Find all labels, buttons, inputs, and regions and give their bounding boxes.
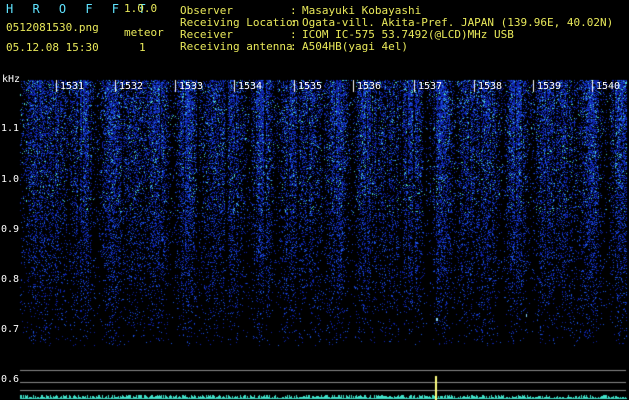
minute-marker: 1531 <box>60 81 85 92</box>
info-value: A504HB(yagi 4el) <box>302 40 408 53</box>
timestamp: 05.12.08 15:30 <box>6 41 99 54</box>
y-tick-label: 0.9 <box>1 224 20 235</box>
minute-marker: 1536 <box>357 81 382 92</box>
minute-marker: 1537 <box>418 81 443 92</box>
app-version: 1.0.0 <box>124 2 158 15</box>
antenna-row: Receiving antenna: A504HB(yagi 4el) <box>180 40 408 53</box>
meteor-count: 1 <box>139 41 146 54</box>
y-tick-label: 1.0 <box>1 174 20 185</box>
y-tick-label: 1.1 <box>1 123 20 134</box>
mode-label: meteor <box>124 26 164 39</box>
y-axis-unit: kHz <box>2 74 21 85</box>
y-tick-label: 0.7 <box>1 324 20 335</box>
minute-marker: 1534 <box>238 81 263 92</box>
y-tick-label: 0.6 <box>1 374 20 385</box>
minute-marker: 1538 <box>478 81 503 92</box>
minute-marker: 1535 <box>298 81 323 92</box>
spectrogram-canvas <box>0 0 629 400</box>
minute-marker: 1539 <box>537 81 562 92</box>
minute-marker: 1540 <box>596 81 621 92</box>
minute-marker: 1532 <box>119 81 144 92</box>
info-key: Receiving antenna <box>180 40 293 53</box>
minute-marker: 1533 <box>179 81 204 92</box>
file-name: 0512081530.png <box>6 21 99 34</box>
y-tick-label: 0.8 <box>1 274 20 285</box>
